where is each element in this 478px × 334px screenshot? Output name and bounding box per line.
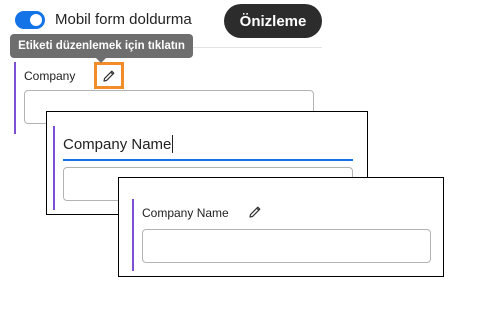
company-name-input[interactable]: [142, 229, 431, 263]
field-label: Company Name: [142, 206, 229, 220]
mobile-form-fill-toggle[interactable]: [15, 11, 45, 29]
preview-button[interactable]: Önizleme: [224, 4, 322, 38]
pencil-icon: [103, 70, 115, 82]
divider: [175, 47, 322, 48]
label-edit-field[interactable]: Company Name: [63, 135, 174, 153]
toggle-knob: [30, 14, 42, 26]
edit-label-button[interactable]: [94, 62, 124, 89]
edit-label-tooltip: Etiketi düzenlemek için tıklatın: [10, 34, 193, 58]
field-accent-bar: [132, 199, 134, 271]
field-label: Company: [24, 69, 76, 83]
pencil-icon[interactable]: [247, 204, 263, 220]
mobile-form-fill-label: Mobil form doldurma: [55, 11, 192, 28]
focus-underline: [63, 159, 353, 161]
zoom-panel-result: Company Name: [118, 177, 444, 277]
field-accent-bar: [53, 126, 55, 210]
text-cursor: [172, 135, 174, 153]
field-accent-bar: [14, 62, 16, 134]
label-edit-text: Company Name: [63, 135, 172, 153]
tooltip-arrow: [96, 58, 106, 63]
